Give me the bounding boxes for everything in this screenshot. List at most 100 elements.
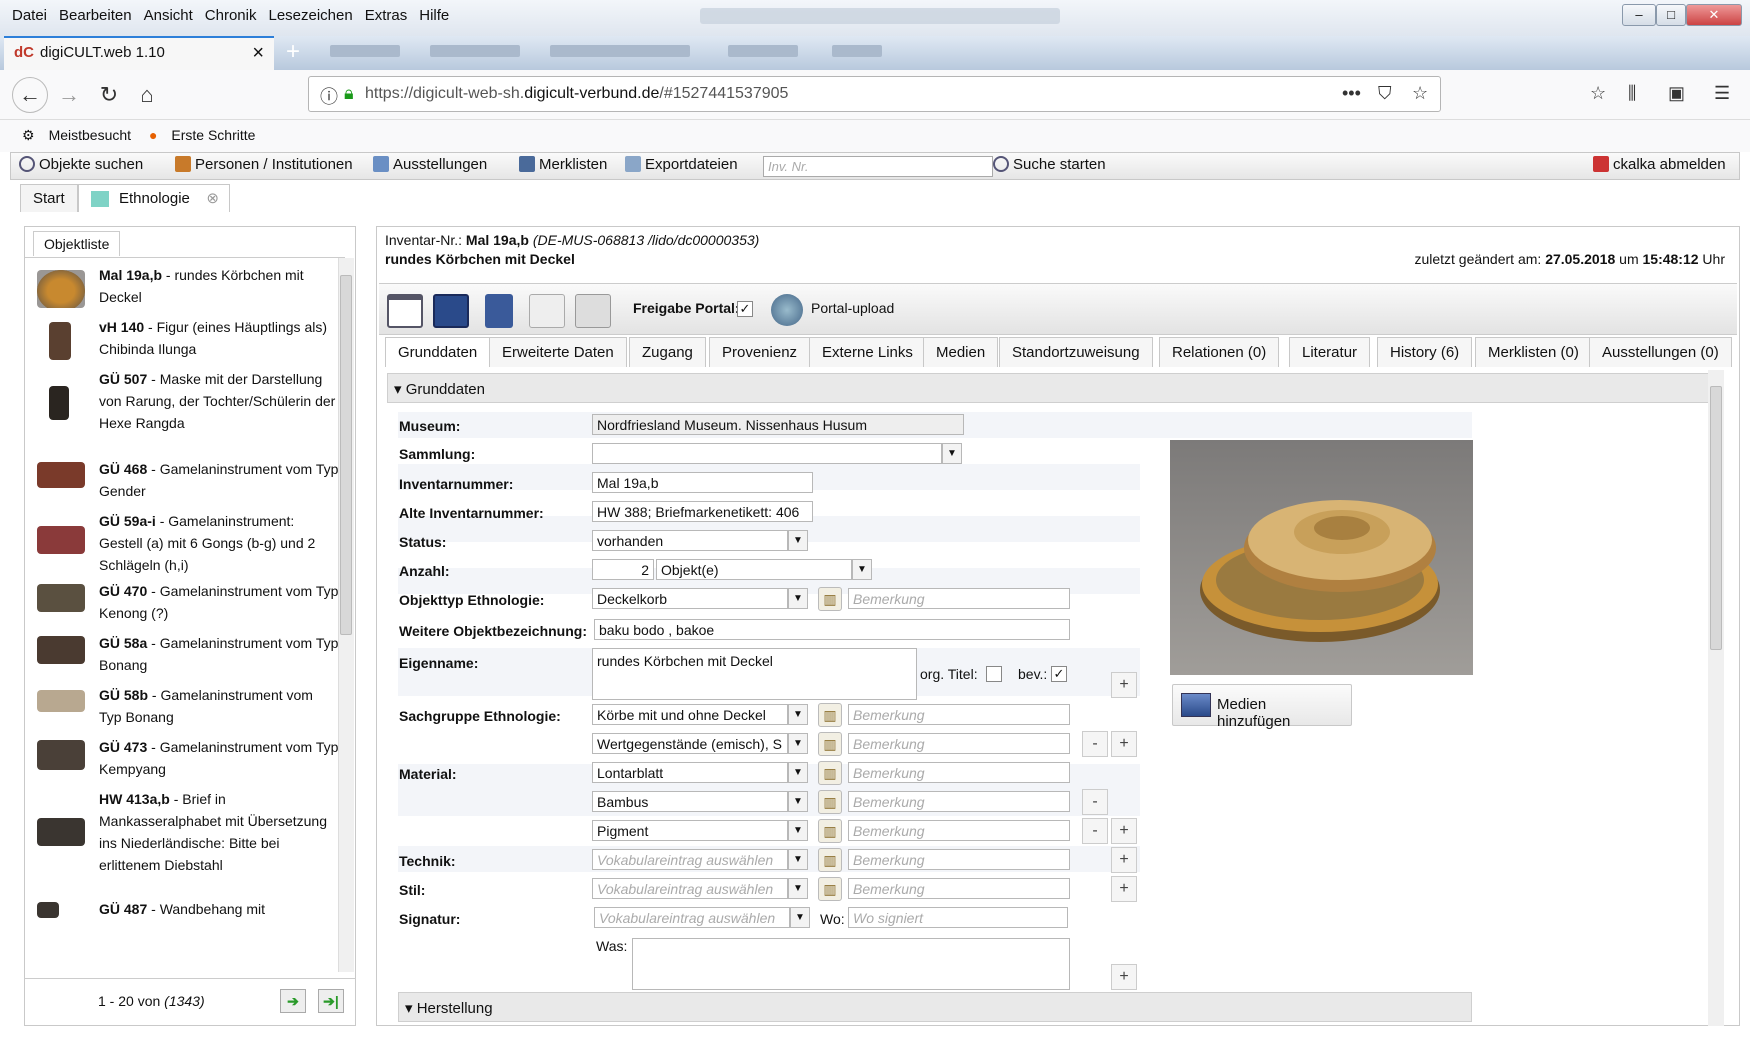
chevron-down-icon[interactable]: ▼ (852, 559, 872, 580)
material-select-2[interactable]: Bambus (592, 791, 788, 812)
status-select[interactable]: vorhanden (592, 530, 788, 551)
add-row-button[interactable]: + (1111, 964, 1137, 990)
tab-standortzuweisung[interactable]: Standortzuweisung (999, 337, 1153, 367)
bemerkung-field[interactable]: Bemerkung (848, 849, 1070, 870)
sidebar-icon[interactable]: ▣ (1668, 83, 1685, 104)
add-row-button[interactable]: + (1111, 731, 1137, 757)
vocabulary-book-icon[interactable]: ▥ (818, 761, 842, 785)
add-row-button[interactable]: + (1111, 876, 1137, 902)
new-object-icon[interactable] (387, 294, 423, 328)
bemerkung-field[interactable]: Bemerkung (848, 704, 1070, 725)
menu-extras[interactable]: Extras (359, 0, 414, 24)
remove-row-button[interactable]: - (1082, 731, 1108, 757)
browser-tab-digicult[interactable]: dC digiCULT.web 1.10 × (4, 36, 274, 70)
menu-hilfe[interactable]: Hilfe (413, 0, 455, 24)
bookmark-meistbesucht[interactable]: Meistbesucht (49, 127, 131, 143)
sachgruppe-select-1[interactable]: Körbe mit und ohne Deckel (592, 704, 788, 725)
chevron-down-icon[interactable]: ▼ (788, 704, 808, 725)
tab-history[interactable]: History (6) (1377, 337, 1473, 367)
merklisten-button[interactable]: Merklisten (519, 156, 607, 173)
exportdateien-button[interactable]: Exportdateien (625, 156, 738, 173)
tab-grunddaten[interactable]: Grunddaten (385, 337, 491, 367)
blurred-tab[interactable] (330, 45, 400, 57)
signatur-select[interactable]: Vokabulareintrag auswählen (594, 907, 790, 928)
print-icon[interactable] (575, 294, 611, 328)
anzahl-unit-select[interactable]: Objekt(e) (656, 559, 852, 580)
vocabulary-book-icon[interactable]: ▥ (818, 732, 842, 756)
pocket-icon[interactable]: ⛉ (1378, 83, 1392, 104)
chevron-down-icon[interactable]: ▼ (942, 443, 962, 464)
close-window-button[interactable]: ✕ (1686, 4, 1742, 26)
save-icon[interactable] (433, 294, 469, 328)
tab-ethnologie[interactable]: Ethnologie ⊗ (78, 184, 230, 212)
forward-arrow-icon[interactable]: → (54, 80, 84, 110)
bemerkung-field[interactable]: Bemerkung (848, 791, 1070, 812)
medien-hinzufuegen-button[interactable]: Medien hinzufügen (1172, 684, 1352, 730)
vocabulary-book-icon[interactable]: ▥ (818, 790, 842, 814)
menu-chronik[interactable]: Chronik (199, 0, 263, 24)
bemerkung-field[interactable]: Bemerkung (848, 762, 1070, 783)
page-actions-icon[interactable]: ••• (1342, 83, 1361, 104)
tab-erweiterte-daten[interactable]: Erweiterte Daten (489, 337, 627, 367)
blurred-tab[interactable] (832, 45, 882, 57)
section-herstellung-header[interactable]: ▾ Herstellung (398, 992, 1472, 1022)
ausstellungen-button[interactable]: Ausstellungen (373, 156, 487, 173)
bev-checkbox[interactable]: ✓ (1051, 666, 1067, 682)
chevron-down-icon[interactable]: ▼ (788, 733, 808, 754)
blurred-tab[interactable] (430, 45, 520, 57)
chevron-down-icon[interactable]: ▼ (788, 588, 808, 609)
add-row-button[interactable]: + (1111, 672, 1137, 698)
minimize-button[interactable]: – (1622, 4, 1656, 26)
vocabulary-book-icon[interactable]: ▥ (818, 587, 842, 611)
wo-field[interactable]: Wo signiert (848, 907, 1068, 928)
objekte-suchen-button[interactable]: Objekte suchen (19, 156, 143, 173)
org-titel-checkbox[interactable] (986, 666, 1002, 682)
vocabulary-book-icon[interactable]: ▥ (818, 819, 842, 843)
remove-row-button[interactable]: - (1082, 789, 1108, 815)
tab-ausstellungen[interactable]: Ausstellungen (0) (1589, 337, 1732, 367)
chevron-down-icon[interactable]: ▼ (788, 878, 808, 899)
tab-merklisten[interactable]: Merklisten (0) (1475, 337, 1592, 367)
tab-provenienz[interactable]: Provenienz (709, 337, 811, 367)
close-tab-icon[interactable]: ⊗ (206, 189, 219, 207)
bookmarks-icon[interactable]: ☆ (1590, 83, 1606, 104)
tab-externe-links[interactable]: Externe Links (809, 337, 926, 367)
section-grunddaten-header[interactable]: ▾ Grunddaten (387, 373, 1713, 403)
remove-row-button[interactable]: - (1082, 818, 1108, 844)
portal-upload-button[interactable]: Portal-upload (811, 300, 894, 316)
home-icon[interactable]: ⌂ (132, 80, 162, 110)
menu-bearbeiten[interactable]: Bearbeiten (53, 0, 138, 24)
library-icon[interactable]: ⫼ (1628, 83, 1636, 104)
alte-inventarnummer-field[interactable]: HW 388; Briefmarkenetikett: 406 (592, 501, 813, 522)
chevron-down-icon[interactable]: ▼ (788, 791, 808, 812)
material-select-1[interactable]: Lontarblatt (592, 762, 788, 783)
tab-objektliste[interactable]: Objektliste (33, 231, 121, 256)
vocabulary-book-icon[interactable]: ▥ (818, 703, 842, 727)
stil-select[interactable]: Vokabulareintrag auswählen (592, 878, 788, 899)
chevron-down-icon[interactable]: ▼ (788, 820, 808, 841)
sachgruppe-select-2[interactable]: Wertgegenstände (emisch), S (592, 733, 788, 754)
vocabulary-book-icon[interactable]: ▥ (818, 877, 842, 901)
sammlung-select[interactable] (592, 443, 942, 464)
chevron-down-icon[interactable]: ▼ (788, 849, 808, 870)
bemerkung-field[interactable]: Bemerkung (848, 878, 1070, 899)
globe-icon[interactable] (771, 294, 803, 326)
hamburger-menu-icon[interactable]: ☰ (1714, 83, 1730, 104)
blurred-tab[interactable] (728, 45, 798, 57)
inv-nr-input[interactable]: Inv. Nr. (763, 156, 993, 177)
was-field[interactable] (632, 938, 1070, 990)
anzahl-field[interactable]: 2 (592, 559, 654, 580)
blurred-tab[interactable] (550, 45, 690, 57)
personen-button[interactable]: Personen / Institutionen (175, 156, 353, 173)
object-list-scrollbar-thumb[interactable] (340, 275, 352, 635)
material-select-3[interactable]: Pigment (592, 820, 788, 841)
chevron-down-icon[interactable]: ▼ (788, 762, 808, 783)
maximize-button[interactable]: □ (1656, 4, 1686, 26)
copy-icon[interactable] (529, 294, 565, 328)
weitere-field[interactable]: baku bodo , bakoe (594, 619, 1070, 640)
notebook-icon[interactable] (485, 294, 513, 328)
bookmark-erste-schritte[interactable]: Erste Schritte (171, 127, 255, 143)
reload-icon[interactable]: ↻ (94, 80, 124, 110)
tab-literatur[interactable]: Literatur (1289, 337, 1371, 367)
tab-zugang[interactable]: Zugang (629, 337, 706, 367)
